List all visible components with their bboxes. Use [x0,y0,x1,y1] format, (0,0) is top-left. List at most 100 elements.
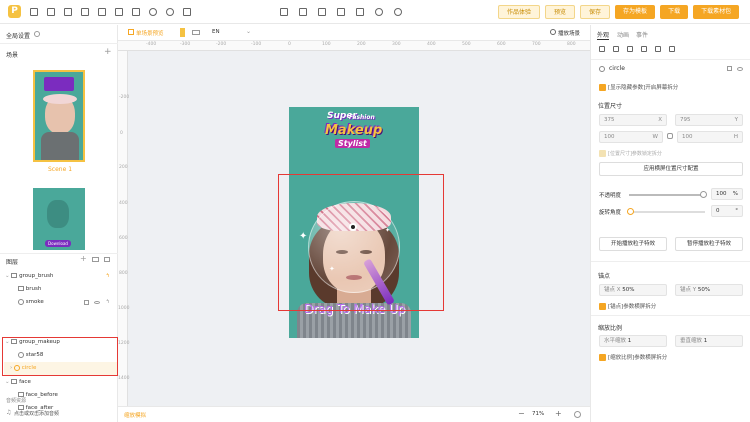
anchor-x-input[interactable]: 锚点 X 50% [599,284,667,296]
rotation-input[interactable]: 0 ° [711,205,743,217]
checkbox-checked[interactable] [599,303,606,310]
y-input[interactable]: 795 Y [675,114,743,126]
audio-add-hint[interactable]: 点击或双击添加音频 [14,410,59,417]
landscape-toggle[interactable] [192,30,200,35]
help-icon[interactable] [574,411,581,418]
layer-row-circle[interactable]: › circle [4,362,117,375]
gear-icon[interactable] [550,29,556,35]
anchor-split-checkbox[interactable]: [锚点]参数横屏拆分 [599,302,656,310]
zoom-in-button[interactable]: + [555,409,562,418]
works-button[interactable]: 作品体验 [498,5,541,19]
zoom-out-button[interactable]: − [518,409,525,418]
layer-row-group-makeup[interactable]: ⌄ group_makeup [0,336,118,349]
width-input[interactable]: 100 W [599,131,663,143]
grid-icon[interactable] [115,8,123,16]
play-scene-button[interactable]: 播放场景 [558,29,580,37]
tab-events[interactable]: 事件 [636,30,648,39]
portrait-toggle[interactable] [180,28,185,37]
add-layer-icon[interactable]: + [80,254,87,263]
align-center-icon[interactable] [613,46,619,52]
download-package-button[interactable]: 下载素材包 [693,5,740,19]
collapse-icon[interactable] [104,257,110,262]
undo-icon[interactable] [375,8,383,16]
copy-icon[interactable] [337,8,345,16]
opacity-input[interactable]: 100% [711,188,743,200]
spiral-icon[interactable] [149,8,157,16]
anchor-y-label: 锚点 Y [680,287,697,293]
tab-animation[interactable]: 动画 [617,30,629,39]
stop-particle-button[interactable]: 暂停播放粒子特效 [675,237,743,251]
anchor-x-label: 锚点 X [604,287,621,293]
global-settings-link[interactable]: 全局设置 [6,31,30,40]
single-scene-preview[interactable]: 单场景预览 [136,29,164,37]
save-button[interactable]: 保存 [580,5,611,19]
file-icon[interactable] [183,8,191,16]
image-icon[interactable] [47,8,55,16]
apply-landscape-button[interactable]: 应用横屏位置尺寸配置 [599,162,743,176]
scale-h-input[interactable]: 水平缩放 1 [599,335,667,347]
save-template-button[interactable]: 存为模板 [615,5,656,19]
top-toolbar: P 作品体验 预览 保存 存为模板 下载 下载素材包 [0,0,750,24]
opacity-slider[interactable] [629,194,705,196]
keep-ratio-checkbox[interactable]: [位置尺寸]参数锁定拆分 [599,150,662,157]
eye-icon[interactable] [737,67,743,71]
zoom-simulate-link[interactable]: 缩放模拟 [124,411,146,419]
distribute-icon[interactable] [318,8,326,16]
stack-icon[interactable] [280,8,288,16]
layer-row-smoke[interactable]: smoke ϟ [0,296,118,309]
x-input[interactable]: 375 X [599,114,667,126]
app-logo: P [8,5,21,18]
lightning-icon[interactable]: ϟ [106,296,110,309]
edit-box-icon[interactable] [98,8,106,16]
layer-row-group-brush[interactable]: ⌄ group_brush ϟ [0,270,118,283]
scale-title: 缩放比例 [598,325,623,332]
paste-icon[interactable] [356,8,364,16]
add-scene-icon[interactable]: + [104,47,112,57]
scene-thumbnail-2[interactable]: Download [33,188,85,250]
align-bottom-icon[interactable] [669,46,675,52]
layer-row-star58[interactable]: star58 [0,349,118,362]
link-ratio-icon[interactable] [667,133,673,139]
center-handle-icon[interactable] [349,223,357,231]
download-button[interactable]: 下载 [660,5,689,19]
height-input[interactable]: 100 H [677,131,743,143]
ruler-tick: 400 [427,42,436,47]
lock-icon[interactable] [84,300,89,305]
person-icon[interactable] [166,8,174,16]
align-middle-icon[interactable] [655,46,661,52]
preview-button[interactable]: 预览 [545,5,576,19]
text-icon[interactable] [132,8,140,16]
rotation-slider-handle[interactable] [627,208,634,215]
checkbox-checked[interactable] [599,354,606,361]
eye-icon[interactable] [94,301,100,304]
layer-row-brush[interactable]: brush [0,283,118,296]
language-select[interactable]: EN [212,29,220,35]
scale-split-checkbox[interactable]: [缩放比例]参数横屏拆分 [599,353,667,361]
lock-icon[interactable] [727,66,732,71]
layer-row-face[interactable]: ⌄ face [0,376,118,389]
start-particle-button[interactable]: 开始播放粒子特效 [599,237,667,251]
chevron-down-icon[interactable]: ⌄ [246,28,251,35]
align-right-icon[interactable] [627,46,633,52]
align-left-icon[interactable] [599,46,605,52]
tab-appearance[interactable]: 外观 [597,30,610,40]
checkbox-checked[interactable] [599,84,606,91]
layers-section-title: 图层 [6,259,19,266]
selection-box[interactable] [278,174,444,311]
ad-title-banner: Super Fashion Makeup Stylist [321,111,387,155]
align-icon[interactable] [299,8,307,16]
folder-add-icon[interactable] [92,257,99,262]
show-frame-checkbox[interactable]: [显示隐藏参数]开启屏幕拆分 [599,83,678,91]
lightning-icon[interactable]: ϟ [106,270,110,283]
align-top-icon[interactable] [641,46,647,52]
play-box-icon[interactable] [81,8,89,16]
ruler-tick: -300 [180,42,191,47]
video-icon[interactable] [64,8,72,16]
rotation-slider[interactable] [629,211,705,213]
layers-icon[interactable] [30,8,38,16]
scene-thumbnail-1[interactable] [33,70,85,162]
opacity-slider-handle[interactable] [700,191,707,198]
redo-icon[interactable] [394,8,402,16]
scale-v-input[interactable]: 垂直缩放 1 [675,335,743,347]
anchor-y-input[interactable]: 锚点 Y 50% [675,284,743,296]
